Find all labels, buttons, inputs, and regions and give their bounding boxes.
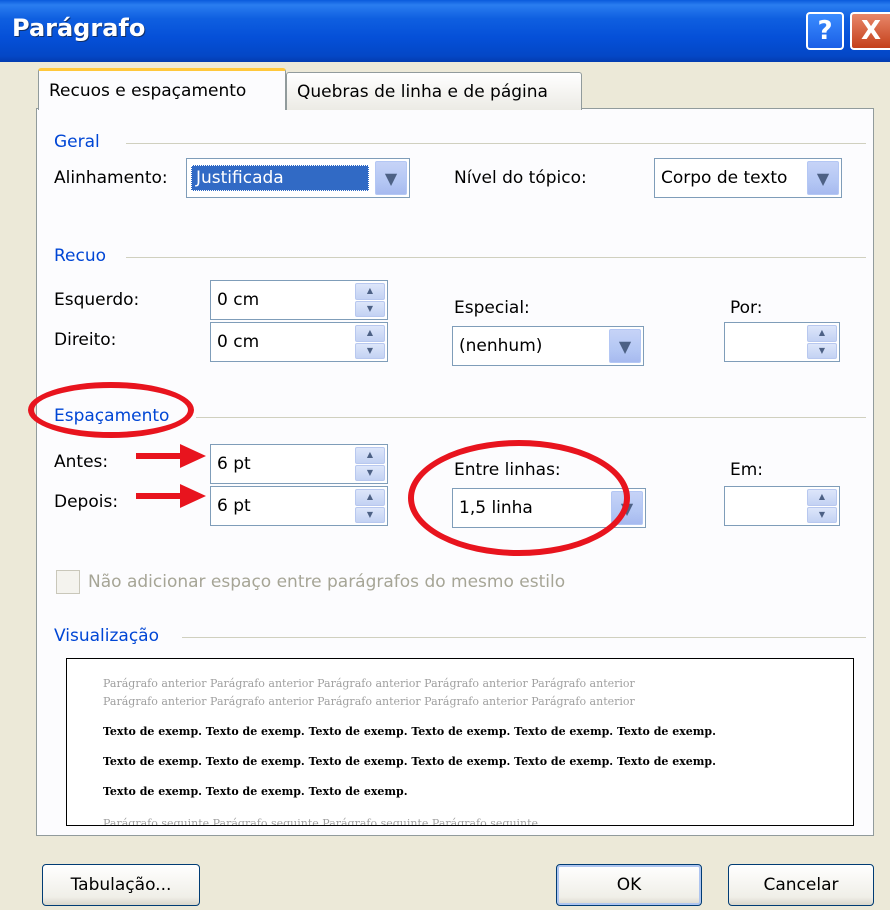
esquerdo-value: 0 cm — [217, 290, 260, 310]
preview-sample-text: Texto de exemp. Texto de exemp. Texto de… — [103, 785, 408, 798]
alinhamento-label: Alinhamento: — [54, 168, 168, 188]
section-geral: Geral — [54, 132, 100, 152]
annotation-ellipse — [408, 440, 630, 556]
especial-label: Especial: — [454, 298, 530, 318]
close-icon: X — [860, 16, 882, 46]
section-recuo: Recuo — [54, 246, 107, 266]
window-title: Parágrafo — [12, 14, 146, 42]
alinhamento-select[interactable]: Justificada ▼ — [186, 158, 410, 198]
help-button[interactable]: ? — [806, 12, 844, 50]
esquerdo-spinner[interactable]: 0 cm ▲ ▼ — [210, 280, 388, 320]
nao-adicionar-espaco-label: Não adicionar espaço entre parágrafos do… — [88, 572, 566, 592]
separator — [196, 417, 866, 418]
nivel-topico-value: Corpo de texto — [661, 168, 788, 188]
depois-value: 6 pt — [217, 496, 251, 516]
chevron-down-icon[interactable]: ▼ — [807, 161, 839, 195]
em-label: Em: — [730, 460, 764, 480]
chevron-down-icon[interactable]: ▼ — [375, 161, 407, 195]
close-button[interactable]: X — [850, 12, 890, 50]
nao-adicionar-espaco-checkbox[interactable] — [56, 570, 80, 594]
arrow-right-icon — [136, 484, 206, 508]
especial-value: (nenhum) — [459, 336, 543, 356]
preview-box: Parágrafo anterior Parágrafo anterior Pa… — [66, 658, 854, 826]
preview-previous-text: Parágrafo anterior Parágrafo anterior Pa… — [103, 695, 635, 708]
por-spinner[interactable]: ▲ ▼ — [724, 322, 840, 362]
tab-quebras-de-linha[interactable]: Quebras de linha e de página — [286, 72, 582, 110]
alinhamento-value: Justificada — [191, 165, 369, 191]
preview-sample-text: Texto de exemp. Texto de exemp. Texto de… — [103, 725, 716, 738]
depois-label: Depois: — [54, 492, 119, 512]
spin-arrows-icon[interactable]: ▲ ▼ — [355, 283, 385, 317]
spin-arrows-icon[interactable]: ▲ ▼ — [355, 447, 385, 481]
direito-label: Direito: — [54, 330, 117, 350]
por-label: Por: — [730, 298, 763, 318]
antes-spinner[interactable]: 6 pt ▲ ▼ — [210, 444, 388, 484]
preview-next-text: Parágrafo seguinte Parágrafo seguinte Pa… — [103, 817, 539, 826]
antes-value: 6 pt — [217, 454, 251, 474]
spin-arrows-icon[interactable]: ▲ ▼ — [807, 489, 837, 523]
antes-label: Antes: — [54, 452, 109, 472]
tab-recuos-espacamento[interactable]: Recuos e espaçamento — [38, 68, 286, 110]
especial-select[interactable]: (nenhum) ▼ — [452, 326, 644, 366]
esquerdo-label: Esquerdo: — [54, 290, 140, 310]
spin-arrows-icon[interactable]: ▲ ▼ — [355, 489, 385, 523]
direito-value: 0 cm — [217, 332, 260, 352]
direito-spinner[interactable]: 0 cm ▲ ▼ — [210, 322, 388, 362]
cancelar-button[interactable]: Cancelar — [728, 864, 874, 906]
preview-previous-text: Parágrafo anterior Parágrafo anterior Pa… — [103, 677, 635, 690]
arrow-right-icon — [136, 444, 206, 468]
em-spinner[interactable]: ▲ ▼ — [724, 486, 840, 526]
title-bar: Parágrafo ? X — [0, 0, 890, 62]
nivel-topico-label: Nível do tópico: — [454, 168, 587, 188]
tabulacao-button[interactable]: Tabulação... — [42, 864, 200, 906]
chevron-down-icon[interactable]: ▼ — [609, 329, 641, 363]
ok-button[interactable]: OK — [556, 864, 702, 906]
separator — [126, 257, 866, 258]
depois-spinner[interactable]: 6 pt ▲ ▼ — [210, 486, 388, 526]
separator — [126, 143, 866, 144]
spin-arrows-icon[interactable]: ▲ ▼ — [807, 325, 837, 359]
preview-sample-text: Texto de exemp. Texto de exemp. Texto de… — [103, 755, 716, 768]
help-icon: ? — [817, 16, 833, 46]
spin-arrows-icon[interactable]: ▲ ▼ — [355, 325, 385, 359]
section-visualizacao: Visualização — [54, 626, 159, 646]
annotation-ellipse — [28, 382, 194, 438]
nivel-topico-select[interactable]: Corpo de texto ▼ — [654, 158, 842, 198]
separator — [182, 637, 866, 638]
